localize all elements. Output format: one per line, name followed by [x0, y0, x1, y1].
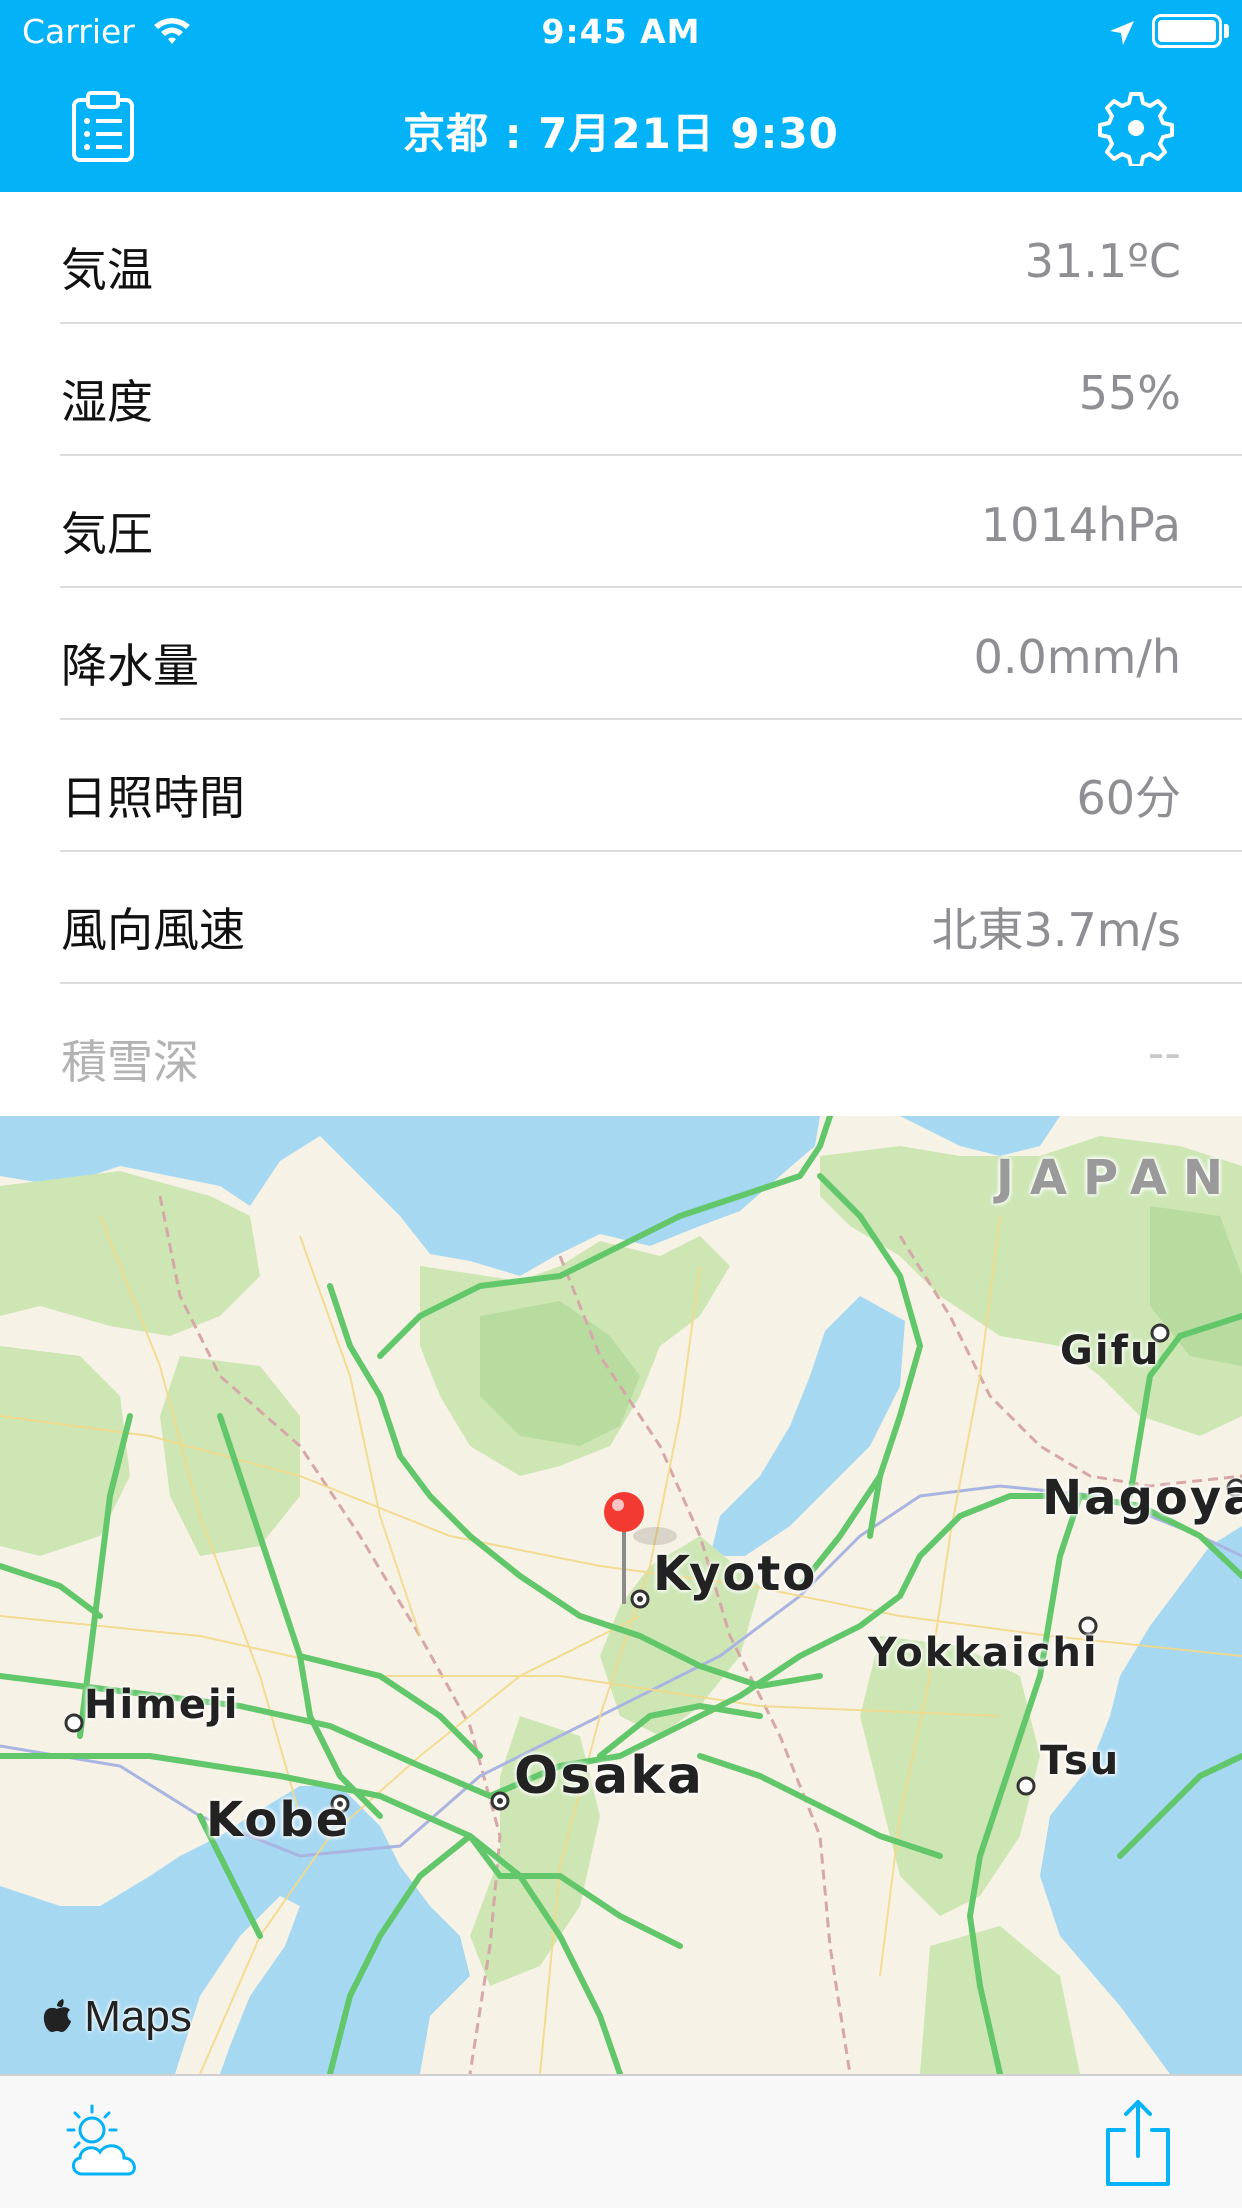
map-label-kyoto: Kyoto	[653, 1546, 818, 1602]
apple-logo-icon	[42, 1992, 84, 2041]
navigation-bar: Carrier 9:45 AM 京都 : 7月21日 9:30	[0, 0, 1242, 192]
row-label: 気圧	[61, 507, 153, 561]
row-value: --	[1147, 1026, 1181, 1080]
maps-label: Maps	[84, 1992, 192, 2041]
location-arrow-icon	[1108, 16, 1136, 55]
row-label: 積雪深	[61, 1035, 199, 1089]
row-value: 31.1ºC	[1024, 234, 1181, 288]
row-pressure: 気圧 1014hPa	[0, 456, 1242, 588]
status-bar: Carrier 9:45 AM	[0, 0, 1242, 60]
share-icon[interactable]	[1098, 2098, 1178, 2188]
map-label-yokkaichi: Yokkaichi	[868, 1630, 1099, 1676]
map-label-country: JAPAN	[996, 1150, 1240, 1206]
map-label-himeji: Himeji	[84, 1682, 240, 1728]
row-temperature: 気温 31.1ºC	[0, 192, 1242, 324]
map-label-gifu: Gifu	[1060, 1328, 1161, 1374]
battery-icon	[1152, 14, 1222, 48]
row-humidity: 湿度 55%	[0, 324, 1242, 456]
map-label-osaka: Osaka	[514, 1746, 704, 1806]
row-label: 降水量	[61, 639, 199, 693]
row-label: 気温	[61, 243, 153, 297]
row-value: 0.0mm/h	[973, 630, 1181, 684]
maps-attribution[interactable]: Maps	[42, 1992, 192, 2042]
gear-icon[interactable]	[1098, 90, 1174, 168]
weather-table: 気温 31.1ºC 湿度 55% 気圧 1014hPa 降水量 0.0mm/h …	[0, 192, 1242, 1116]
status-time: 9:45 AM	[541, 12, 701, 51]
map-label-tsu: Tsu	[1040, 1738, 1121, 1784]
row-wind: 風向風速 北東3.7m/s	[0, 852, 1242, 984]
map-view[interactable]: JAPAN Kyoto Osaka Kobe Himeji Gifu Nagoy…	[0, 1116, 1242, 2074]
row-value: 60分	[1076, 771, 1181, 825]
row-value: 1014hPa	[980, 498, 1181, 552]
row-label: 風向風速	[61, 903, 245, 957]
map-label-nagoya: Nagoya	[1042, 1470, 1242, 1526]
row-label: 日照時間	[61, 771, 245, 825]
row-sunshine: 日照時間 60分	[0, 720, 1242, 852]
page-title: 京都 : 7月21日 9:30	[403, 109, 839, 158]
row-value: 55%	[1078, 366, 1181, 420]
row-precipitation: 降水量 0.0mm/h	[0, 588, 1242, 720]
row-snow-depth: 積雪深 --	[0, 984, 1242, 1116]
row-value: 北東3.7m/s	[931, 903, 1181, 957]
weather-sun-cloud-icon[interactable]	[62, 2100, 152, 2190]
map-label-kobe: Kobe	[206, 1792, 351, 1848]
battery-tip	[1224, 24, 1229, 38]
row-label: 湿度	[61, 375, 153, 429]
map-pin-icon[interactable]	[600, 1490, 648, 1606]
bottom-toolbar	[0, 2074, 1242, 2208]
